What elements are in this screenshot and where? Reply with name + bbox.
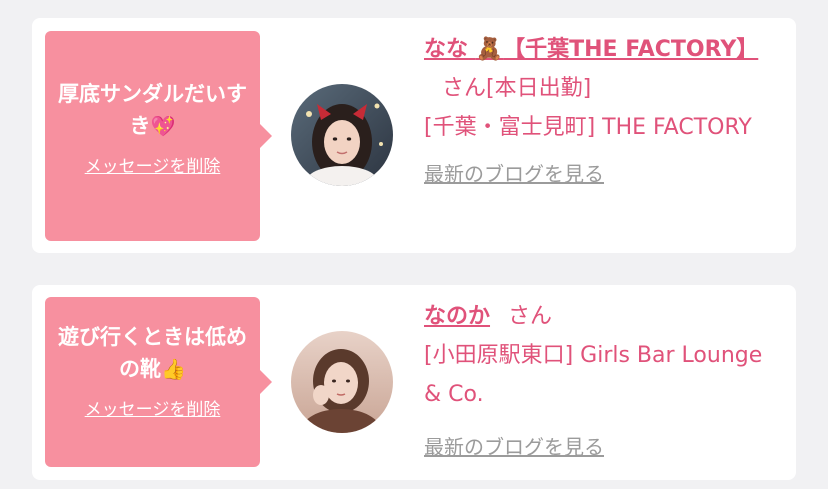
girl-info: なのか さん [小田原駅東口] Girls Bar Lounge & Co. 最新… xyxy=(424,297,786,467)
message-bubble: 遊び行くときは低めの靴👍 メッセージを削除 xyxy=(45,297,272,467)
girl-card: 遊び行くときは低めの靴👍 メッセージを削除 なのか さん [小田原駅東口] Gir… xyxy=(32,285,796,480)
girl-card: 厚底サンダルだいすき💖 メッセージを削除 なな 🧸【千葉THE FACTORY】… xyxy=(32,18,796,253)
girl-info: なな 🧸【千葉THE FACTORY】さん[本日出勤] [千葉・富士見町] TH… xyxy=(424,30,786,194)
store-info: [小田原駅東口] Girls Bar Lounge & Co. xyxy=(424,343,763,407)
avatar[interactable] xyxy=(291,84,393,186)
girl-name-link[interactable]: なな 🧸【千葉THE FACTORY】 xyxy=(424,37,758,62)
message-text: 遊び行くときは低めの靴👍 xyxy=(55,321,250,385)
honorific: さん xyxy=(508,304,553,329)
avatar[interactable] xyxy=(291,331,393,433)
girl-name-link[interactable]: なのか xyxy=(424,304,490,329)
sparkling-heart-icon: 💖 xyxy=(150,114,176,138)
latest-blog-link[interactable]: 最新のブログを見る xyxy=(424,428,604,467)
honorific: さん xyxy=(442,76,487,101)
message-text: 厚底サンダルだいすき💖 xyxy=(55,78,250,142)
message-bubble: 厚底サンダルだいすき💖 メッセージを削除 xyxy=(45,31,272,241)
store-info: [千葉・富士見町] THE FACTORY xyxy=(424,115,752,140)
latest-blog-link[interactable]: 最新のブログを見る xyxy=(424,155,604,194)
thumbs-up-icon: 👍 xyxy=(161,357,186,381)
delete-message-link[interactable]: メッセージを削除 xyxy=(85,395,221,420)
delete-message-link[interactable]: メッセージを削除 xyxy=(85,152,221,177)
status-badge: [本日出勤] xyxy=(486,76,592,101)
teddy-bear-icon: 🧸 xyxy=(475,37,504,62)
